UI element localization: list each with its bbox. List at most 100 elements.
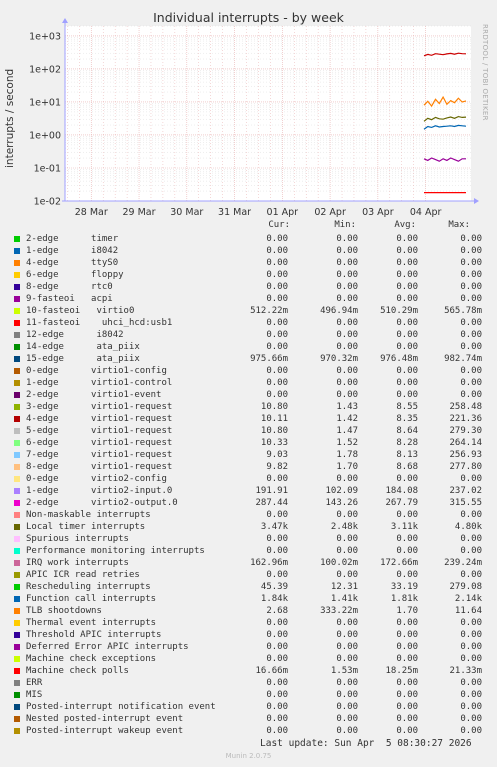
legend-swatch (14, 464, 20, 470)
legend-label: 5-edge virtio1-request (26, 426, 173, 436)
legend-cur: 0.00 (266, 690, 288, 700)
legend-label: 2-edge virtio1-event (26, 390, 162, 400)
legend-max: 0.00 (460, 258, 482, 268)
legend-cur: 10.33 (260, 438, 288, 448)
legend-label: Thermal event interrupts (26, 618, 157, 628)
legend-swatch (14, 416, 20, 422)
legend-max: 0.00 (460, 534, 482, 544)
legend-cur: 0.00 (266, 378, 288, 388)
legend-max: 277.80 (449, 462, 482, 472)
legend-header-cur: Cur: (268, 220, 290, 230)
legend-cur: 287.44 (255, 498, 288, 508)
legend-avg: 172.66m (380, 558, 418, 568)
legend-cur: 0.00 (266, 618, 288, 628)
legend-max: 0.00 (460, 378, 482, 388)
legend-avg: 0.00 (396, 630, 418, 640)
legend-cur: 10.80 (260, 402, 288, 412)
legend-label: 1-edge virtio2-input.0 (26, 486, 173, 496)
legend-max: 0.00 (460, 654, 482, 664)
x-tick-label: 03 Apr (362, 207, 394, 218)
legend-swatch (14, 380, 20, 386)
legend-avg: 1.81k (390, 594, 418, 604)
legend-label: 8-edge rtc0 (26, 282, 113, 292)
legend-swatch (14, 524, 20, 530)
legend-row: Nested posted-interrupt event 0.00 0.00 0.0… (0, 713, 497, 725)
legend-max: 4.80k (454, 522, 482, 532)
legend-avg: 0.00 (396, 330, 418, 340)
legend-row: 12-edge i8042 0.00 0.00 0.00 0.00 (0, 329, 497, 341)
legend-row: 1-edge i8042 0.00 0.00 0.00 0.00 (0, 245, 497, 257)
legend-cur: 162.96m (250, 558, 288, 568)
legend-label: ERR (26, 678, 43, 688)
legend-label: Deferred Error APIC interrupts (26, 642, 189, 652)
legend-label: Machine check exceptions (26, 654, 157, 664)
legend-row: 4-edge ttyS0 0.00 0.00 0.00 0.00 (0, 257, 497, 269)
legend-label: Function call interrupts (26, 594, 157, 604)
legend-avg: 0.00 (396, 654, 418, 664)
legend-swatch (14, 584, 20, 590)
legend-max: 0.00 (460, 618, 482, 628)
legend-avg: 8.28 (396, 438, 418, 448)
legend-avg: 0.00 (396, 618, 418, 628)
legend-cur: 10.11 (260, 414, 288, 424)
legend-max: 0.00 (460, 390, 482, 400)
legend-row: 1-edge virtio1-control 0.00 0.00 0.00 0.00 (0, 377, 497, 389)
legend-avg: 33.19 (390, 582, 418, 592)
x-tick-label: 30 Mar (170, 207, 203, 218)
legend-max: 0.00 (460, 282, 482, 292)
legend-label: 0-edge virtio1-config (26, 366, 167, 376)
plot-background (65, 26, 471, 201)
legend-max: 0.00 (460, 234, 482, 244)
legend-label: 14-edge ata_piix (26, 342, 140, 352)
legend-cur: 3.47k (260, 522, 288, 532)
legend-label: 6-edge virtio1-request (26, 438, 173, 448)
legend-avg: 0.00 (396, 726, 418, 736)
legend-cur: 0.00 (266, 282, 288, 292)
legend-max: 256.93 (449, 450, 482, 460)
legend-max: 0.00 (460, 246, 482, 256)
legend-row: Deferred Error APIC interrupts 0.00 0.00 0.… (0, 641, 497, 653)
x-axis-arrow (474, 198, 479, 204)
legend-row: 5-edge virtio1-request 10.80 1.47 8.64 279.3… (0, 425, 497, 437)
legend-row: MIS 0.00 0.00 0.00 0.00 (0, 689, 497, 701)
legend-max: 982.74m (444, 354, 482, 364)
legend-avg: 18.25m (385, 666, 418, 676)
legend-max: 565.78m (444, 306, 482, 316)
legend-cur: 0.00 (266, 678, 288, 688)
legend-max: 279.30 (449, 426, 482, 436)
legend-label: 7-edge virtio1-request (26, 450, 173, 460)
legend-max: 279.08 (449, 582, 482, 592)
legend-row: Posted-interrupt wakeup event 0.00 0.00 0.0… (0, 725, 497, 737)
legend-avg: 0.00 (396, 282, 418, 292)
legend-label: Threshold APIC interrupts (26, 630, 162, 640)
legend-swatch (14, 596, 20, 602)
legend-label: Local timer interrupts (26, 522, 146, 532)
legend-max: 0.00 (460, 678, 482, 688)
legend-max: 221.36 (449, 414, 482, 424)
x-tick-label: 04 Apr (410, 207, 442, 218)
legend-max: 0.00 (460, 546, 482, 556)
legend-cur: 0.00 (266, 546, 288, 556)
legend-swatch (14, 272, 20, 278)
legend-cur: 0.00 (266, 654, 288, 664)
legend-avg: 0.00 (396, 366, 418, 376)
legend-swatch (14, 404, 20, 410)
legend-cur: 2.68 (266, 606, 288, 616)
legend-max: 0.00 (460, 330, 482, 340)
legend-swatch (14, 656, 20, 662)
legend-swatch (14, 248, 20, 254)
legend-max: 0.00 (460, 630, 482, 640)
legend-row: 4-edge virtio1-request 10.11 1.42 8.35 221.3… (0, 413, 497, 425)
legend-swatch (14, 716, 20, 722)
legend-swatch (14, 452, 20, 458)
y-tick-label: 1e+02 (29, 64, 61, 75)
legend-avg: 0.00 (396, 474, 418, 484)
legend-swatch (14, 332, 20, 338)
legend-row: IRQ work interrupts 162.96m 100.02m 172.66m… (0, 557, 497, 569)
x-tick-label: 01 Apr (267, 207, 299, 218)
legend-swatch (14, 476, 20, 482)
legend-cur: 9.03 (266, 450, 288, 460)
legend-avg: 8.55 (396, 402, 418, 412)
legend-header-min: Min: (334, 220, 356, 230)
legend-label: Machine check polls (26, 666, 129, 676)
